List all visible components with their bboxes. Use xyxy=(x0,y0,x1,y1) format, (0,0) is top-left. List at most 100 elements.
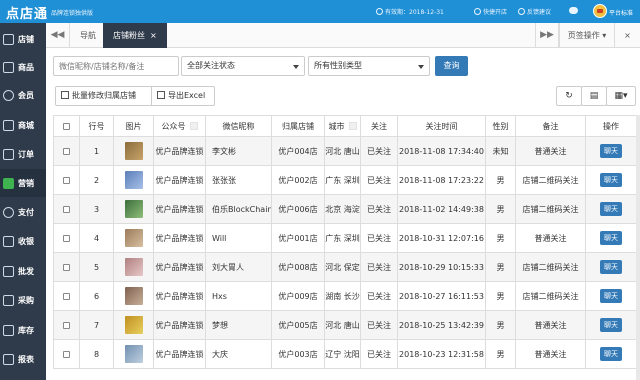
chat-button[interactable]: 聊天 xyxy=(600,289,622,303)
row-checkbox-cell[interactable] xyxy=(53,252,80,282)
tab-scroll-right-button[interactable]: ▶▶ xyxy=(535,23,559,48)
expiry-info: 有效期：2018-12-31 xyxy=(376,7,444,16)
row-checkbox[interactable] xyxy=(63,234,70,242)
sidebar-item-mall[interactable]: 商城 xyxy=(0,111,46,139)
search-input[interactable] xyxy=(53,56,179,76)
message-icon[interactable] xyxy=(569,7,578,14)
row-checkbox[interactable] xyxy=(63,205,70,213)
cell-follow-time: 2018-11-02 14:49:38 xyxy=(397,194,486,224)
export-excel-button[interactable]: 导出Excel xyxy=(151,86,215,106)
row-checkbox-cell[interactable] xyxy=(53,136,80,166)
chat-button[interactable]: 聊天 xyxy=(600,144,622,158)
cell-follow: 已关注 xyxy=(360,310,398,340)
sidebar-item-inventory[interactable]: 库存 xyxy=(0,316,46,344)
row-checkbox-cell[interactable] xyxy=(53,165,80,195)
col-header-account[interactable]: 公众号 xyxy=(153,115,206,137)
row-checkbox-cell[interactable] xyxy=(53,194,80,224)
chat-button[interactable]: 聊天 xyxy=(600,173,622,187)
batch-edit-store-button[interactable]: 批量修改归属店铺 xyxy=(55,86,152,106)
col-header-no[interactable]: 行号 xyxy=(79,115,114,137)
query-button[interactable]: 查询 xyxy=(435,56,468,76)
table-row[interactable]: 5 优户品牌连锁 刘大胃人 优户008店 河北 保定 已关注 2018-10-29 10:1… xyxy=(53,252,637,282)
close-all-tabs-button[interactable]: × xyxy=(614,23,640,48)
cell-city: 河北 唐山 xyxy=(324,136,361,166)
cell-remark: 普通关注 xyxy=(515,310,586,340)
col-header-gender[interactable]: 性别 xyxy=(485,115,516,137)
chat-button[interactable]: 聊天 xyxy=(600,318,622,332)
table-row[interactable]: 2 优户品牌连锁 张张张 优户002店 广东 深圳 已关注 2018-11-08 17:23… xyxy=(53,165,637,195)
tab-scroll-left-button[interactable]: ◀◀ xyxy=(46,23,70,48)
sort-icon[interactable] xyxy=(348,122,357,130)
select-all-checkbox[interactable] xyxy=(63,122,70,130)
toggle-view-button[interactable]: ▤ xyxy=(581,86,607,106)
sidebar-item-reports[interactable]: 报表 xyxy=(0,345,46,373)
row-checkbox[interactable] xyxy=(63,292,70,300)
sort-icon[interactable] xyxy=(189,122,198,130)
row-checkbox[interactable] xyxy=(63,350,70,358)
sidebar-item-marketing[interactable]: 营销 xyxy=(0,169,46,197)
table-row[interactable]: 4 优户品牌连锁 Will 优户001店 广东 深圳 已关注 2018-10-31 12:0… xyxy=(53,223,637,253)
sidebar-item-store[interactable]: 店铺 xyxy=(0,25,46,53)
row-checkbox-cell[interactable] xyxy=(53,223,80,253)
cell-remark: 普通关注 xyxy=(515,223,586,253)
table-row[interactable]: 6 优户品牌连锁 Hxs 优户009店 湖南 长沙 已关注 2018-10-27 16:11… xyxy=(53,281,637,311)
page-ops-dropdown[interactable]: 页签操作 ▾ xyxy=(559,23,614,48)
tab-store-fans[interactable]: 店铺粉丝 × xyxy=(103,23,167,48)
col-header-follow[interactable]: 关注 xyxy=(360,115,398,137)
feedback-link[interactable]: 反馈建议 xyxy=(518,7,551,16)
vertical-scrollbar[interactable] xyxy=(636,115,640,380)
row-checkbox[interactable] xyxy=(63,263,70,271)
columns-button[interactable]: ▦▾ xyxy=(606,86,636,106)
user-avatar[interactable] xyxy=(593,4,607,18)
sidebar-item-cashier[interactable]: 收银 xyxy=(0,227,46,255)
row-checkbox-cell[interactable] xyxy=(53,310,80,340)
cell-nickname: Hxs xyxy=(205,281,272,311)
export-label: 导出Excel xyxy=(168,91,206,100)
table-row[interactable]: 3 优户品牌连锁 伯乐BlockChain 优户006店 北京 海淀 已关注 2018-11… xyxy=(53,194,637,224)
gender-type-value: 所有性别类型 xyxy=(314,61,362,70)
tab-nav[interactable]: 导航 xyxy=(70,23,106,48)
row-checkbox[interactable] xyxy=(63,321,70,329)
sidebar-item-label: 支付 xyxy=(18,207,34,217)
cell-action: 聊天 xyxy=(585,281,637,311)
table-row[interactable]: 8 优户品牌连锁 大庆 优户003店 辽宁 沈阳 已关注 2018-10-23 12:31:… xyxy=(53,339,637,369)
sidebar-item-payment[interactable]: 支付 xyxy=(0,198,46,226)
top-header: 点店通 品牌连锁独供版 有效期：2018-12-31 快捷开店 反馈建议 平台标… xyxy=(0,0,640,23)
gender-type-select[interactable]: 所有性别类型 xyxy=(308,56,430,76)
row-checkbox[interactable] xyxy=(63,176,70,184)
col-header-remark[interactable]: 备注 xyxy=(515,115,586,137)
sidebar-item-label: 收银 xyxy=(18,236,34,246)
cell-follow: 已关注 xyxy=(360,223,398,253)
cell-no: 2 xyxy=(79,165,114,195)
cell-gender: 未知 xyxy=(485,136,516,166)
sidebar-item-purchase[interactable]: 采购 xyxy=(0,286,46,314)
follow-status-value: 全部关注状态 xyxy=(187,61,235,70)
chat-button[interactable]: 聊天 xyxy=(600,202,622,216)
row-checkbox-cell[interactable] xyxy=(53,281,80,311)
row-checkbox-cell[interactable] xyxy=(53,339,80,369)
table-row[interactable]: 7 优户品牌连锁 梦想 优户005店 河北 唐山 已关注 2018-10-25 13:42:… xyxy=(53,310,637,340)
sidebar-item-member[interactable]: 会员 xyxy=(0,81,46,109)
col-header-follow-time[interactable]: 关注时间 xyxy=(397,115,486,137)
sidebar-item-wholesale[interactable]: 批发 xyxy=(0,257,46,285)
quick-store-link[interactable]: 快捷开店 xyxy=(474,7,507,16)
col-header-city[interactable]: 城市 xyxy=(324,115,361,137)
chat-button[interactable]: 聊天 xyxy=(600,347,622,361)
refresh-button[interactable]: ↻ xyxy=(556,86,582,106)
sidebar-item-orders[interactable]: 订单 xyxy=(0,140,46,168)
table-row[interactable]: 1 优户品牌连锁 李文彬 优户004店 河北 唐山 已关注 2018-11-08 17:34… xyxy=(53,136,637,166)
row-checkbox[interactable] xyxy=(63,147,70,155)
sidebar-item-goods[interactable]: 商品 xyxy=(0,53,46,81)
chat-button[interactable]: 聊天 xyxy=(600,231,622,245)
col-header-nickname[interactable]: 微信昵称 xyxy=(205,115,272,137)
close-icon[interactable]: × xyxy=(150,31,157,40)
username[interactable]: 平台标准 xyxy=(609,8,633,17)
chat-button[interactable]: 聊天 xyxy=(600,260,622,274)
follow-status-select[interactable]: 全部关注状态 xyxy=(181,56,305,76)
cell-nickname: 伯乐BlockChain xyxy=(205,194,272,224)
select-all-checkbox-cell[interactable] xyxy=(53,115,80,137)
cell-account: 优户品牌连锁 xyxy=(153,339,206,369)
col-header-store[interactable]: 归属店铺 xyxy=(271,115,325,137)
col-header-label: 城市 xyxy=(328,121,345,131)
cell-follow-time: 2018-10-31 12:07:16 xyxy=(397,223,486,253)
